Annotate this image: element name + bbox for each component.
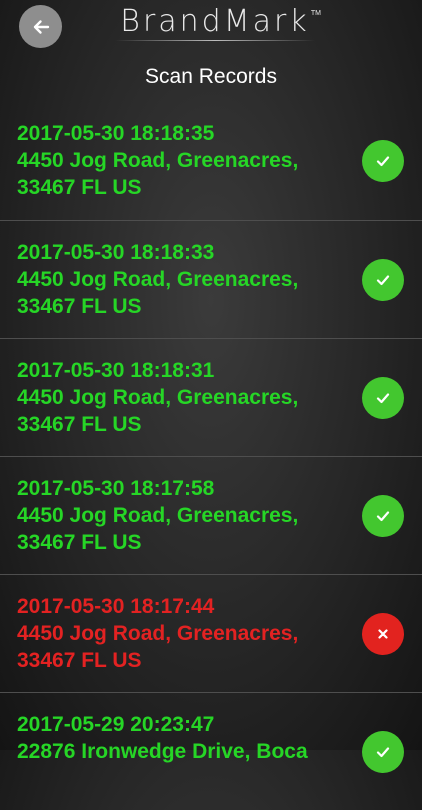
page-title: Scan Records	[145, 65, 277, 88]
scan-timestamp: 2017-05-30 18:18:35	[17, 122, 215, 145]
arrow-left-icon	[31, 17, 51, 37]
scan-record-row[interactable]: 2017-05-30 18:18:33 4450 Jog Road, Greena…	[0, 220, 422, 338]
back-button[interactable]	[19, 5, 62, 48]
check-icon	[362, 259, 404, 301]
scan-address-line1: 4450 Jog Road, Greenacres,	[17, 622, 299, 645]
scan-record-text: 2017-05-30 18:18:33 4450 Jog Road, Greena…	[17, 239, 347, 320]
scan-record-row[interactable]: 2017-05-30 18:17:44 4450 Jog Road, Greena…	[0, 574, 422, 692]
scan-address-line2: 33467 FL US	[17, 295, 142, 318]
scan-address-line1: 4450 Jog Road, Greenacres,	[17, 386, 299, 409]
scan-timestamp: 2017-05-30 18:18:31	[17, 359, 215, 382]
scan-record-text: 2017-05-30 18:17:58 4450 Jog Road, Greena…	[17, 475, 347, 556]
scan-record-text: 2017-05-30 18:18:31 4450 Jog Road, Greena…	[17, 357, 347, 438]
scan-record-row[interactable]: 2017-05-29 20:23:47 22876 Ironwedge Drive…	[0, 692, 422, 810]
header: BrandMark TM Scan Records	[0, 0, 422, 100]
scan-record-row[interactable]: 2017-05-30 18:17:58 4450 Jog Road, Greena…	[0, 456, 422, 574]
scan-records-list: 2017-05-30 18:18:35 4450 Jog Road, Greena…	[0, 102, 422, 810]
scan-record-row[interactable]: 2017-05-30 18:18:35 4450 Jog Road, Greena…	[0, 102, 422, 220]
scan-timestamp: 2017-05-30 18:17:44	[17, 595, 215, 618]
brand-divider	[115, 40, 315, 41]
scan-address-line1: 22876 Ironwedge Drive, Boca	[17, 740, 308, 763]
scan-record-text: 2017-05-30 18:18:35 4450 Jog Road, Greena…	[17, 120, 347, 201]
scan-address-line2: 33467 FL US	[17, 176, 142, 199]
scan-address-line1: 4450 Jog Road, Greenacres,	[17, 149, 299, 172]
scan-timestamp: 2017-05-30 18:18:33	[17, 241, 215, 264]
check-icon	[362, 731, 404, 773]
scan-record-text: 2017-05-30 18:17:44 4450 Jog Road, Greena…	[17, 593, 347, 674]
scan-timestamp: 2017-05-30 18:17:58	[17, 477, 215, 500]
check-icon	[362, 377, 404, 419]
scan-address-line1: 4450 Jog Road, Greenacres,	[17, 268, 299, 291]
close-icon	[362, 613, 404, 655]
check-icon	[362, 140, 404, 182]
check-icon	[362, 495, 404, 537]
scan-record-row[interactable]: 2017-05-30 18:18:31 4450 Jog Road, Greena…	[0, 338, 422, 456]
scan-address-line1: 4450 Jog Road, Greenacres,	[17, 504, 299, 527]
brand-trademark: TM	[310, 10, 321, 17]
brand-name: BrandMark	[120, 4, 310, 39]
scan-address-line2: 33467 FL US	[17, 531, 142, 554]
scan-address-line2: 33467 FL US	[17, 649, 142, 672]
scan-address-line2: 33467 FL US	[17, 413, 142, 436]
scan-record-text: 2017-05-29 20:23:47 22876 Ironwedge Drive…	[17, 711, 347, 765]
scan-timestamp: 2017-05-29 20:23:47	[17, 713, 215, 736]
brand-logo: BrandMark TM	[105, 4, 325, 44]
